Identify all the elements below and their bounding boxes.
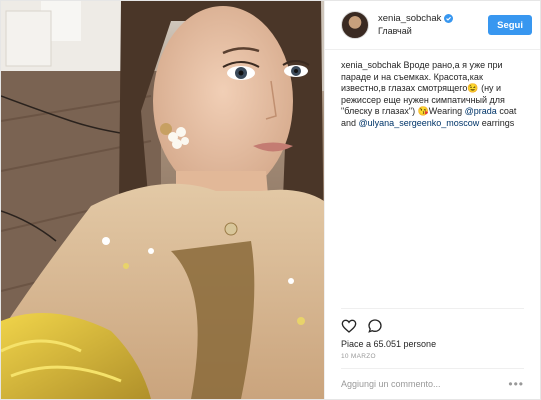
caption-mention-ulyana[interactable]: @ulyana_sergeenko_moscow [359,118,480,128]
instagram-post: xenia_sobchak Главчай Segui xenia_sobcha… [0,0,541,400]
caption-text-3: earrings [479,117,515,128]
more-options-icon[interactable]: ••• [508,378,524,390]
caption-area: xenia_sobchak Вроде рано,а я уже при пар… [325,50,540,308]
verified-badge-icon [444,14,454,23]
post-header: xenia_sobchak Главчай Segui [325,7,540,50]
post-location[interactable]: Главчай [378,25,488,38]
follow-button[interactable]: Segui [488,15,532,35]
post-sidebar: xenia_sobchak Главчай Segui xenia_sobcha… [324,1,540,399]
post-photo[interactable] [1,1,324,399]
comment-form: ••• [341,368,524,399]
comment-bubble-icon[interactable] [367,318,383,334]
post-date[interactable]: 10 MARZO [325,349,540,360]
author-info: xenia_sobchak Главчай [378,12,488,38]
heart-icon[interactable] [341,318,357,334]
comment-input[interactable] [341,379,509,389]
post-actions [341,308,524,337]
author-username-row: xenia_sobchak [378,12,488,25]
caption-mention-prada[interactable]: @prada [465,106,497,116]
caption-username[interactable]: xenia_sobchak [341,60,401,70]
author-avatar[interactable] [341,11,369,39]
post-photo-image [1,1,324,399]
likes-count[interactable]: Piace a 65.051 persone [325,337,540,349]
author-username[interactable]: xenia_sobchak [378,12,441,25]
